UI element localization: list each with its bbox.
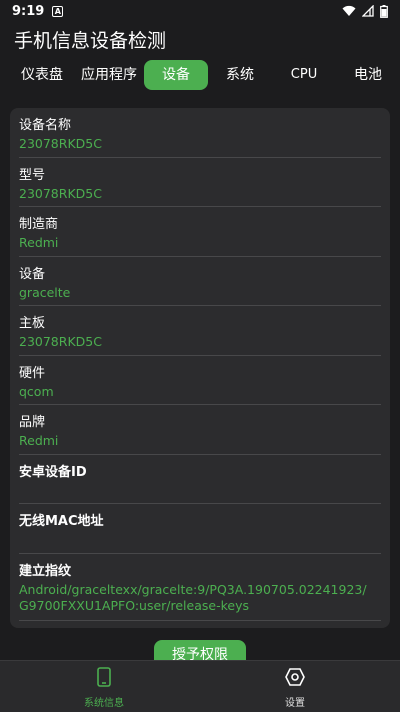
info-label: 安卓设备ID — [19, 464, 87, 480]
info-label: 建立指纹 — [19, 563, 72, 579]
info-row-device-name: 设备名称 23078RKD5C — [19, 108, 381, 158]
info-label: 设备名称 — [19, 118, 72, 133]
cellular-signal-icon — [362, 5, 374, 17]
status-bar: 9:19 A — [0, 0, 400, 22]
nav-item-system-info[interactable]: 系统信息 — [44, 667, 164, 709]
info-row-model: 型号 23078RKD5C — [19, 158, 381, 207]
tab-system[interactable]: 系统 — [222, 60, 258, 90]
info-value: gracelte — [19, 284, 71, 300]
info-value: 23078RKD5C — [19, 136, 102, 151]
nav-label-settings: 设置 — [285, 698, 305, 709]
info-row-build-fingerprint: 建立指纹 Android/graceltexx/gracelte:9/PQ3A.… — [19, 554, 381, 621]
info-row-wifi-mac: 无线MAC地址 — [19, 504, 381, 554]
tab-cpu[interactable]: CPU — [286, 60, 322, 90]
info-value-line1: Android/graceltexx/gracelte:9/PQ3A.19070… — [19, 581, 367, 597]
info-value: Redmi — [19, 433, 59, 448]
info-label: 硬件 — [19, 365, 46, 381]
phone-icon — [97, 667, 111, 687]
tab-dashboard[interactable]: 仪表盘 — [20, 60, 64, 90]
info-row-device: 设备 gracelte — [19, 257, 381, 306]
tab-bar: 仪表盘 应用程序 设备 系统 CPU 电池 — [0, 60, 400, 90]
tab-device[interactable]: 设备 — [144, 60, 208, 90]
status-time: 9:19 — [12, 3, 45, 19]
app-title: 手机信息设备检测 — [14, 30, 167, 52]
device-info-card: 设备名称 23078RKD5C 型号 23078RKD5C 制造商 Redmi … — [10, 108, 390, 628]
settings-icon — [285, 668, 305, 686]
battery-icon — [380, 4, 388, 18]
info-value: qcom — [19, 383, 54, 399]
info-value: 23078RKD5C — [19, 334, 102, 349]
info-label: 主板 — [19, 316, 46, 331]
info-row-brand: 品牌 Redmi — [19, 405, 381, 455]
status-icons — [342, 4, 388, 18]
info-row-manufacturer: 制造商 Redmi — [19, 207, 381, 257]
bottom-nav: 系统信息 设置 — [0, 660, 400, 712]
info-label: 设备 — [19, 266, 46, 282]
nav-label-system-info: 系统信息 — [84, 698, 124, 709]
info-value-line2: G9700FXXU1APFO:user/release-keys — [19, 597, 249, 613]
info-row-board: 主板 23078RKD5C — [19, 306, 381, 356]
info-value: 23078RKD5C — [19, 185, 102, 201]
nav-item-settings[interactable]: 设置 — [235, 667, 355, 709]
tab-battery[interactable]: 电池 — [350, 60, 386, 90]
info-row-hardware: 硬件 qcom — [19, 356, 381, 405]
tab-applications[interactable]: 应用程序 — [80, 60, 138, 90]
info-row-android-id: 安卓设备ID — [19, 455, 381, 504]
notification-a-icon: A — [52, 5, 64, 17]
info-label: 制造商 — [19, 217, 59, 232]
info-label: 品牌 — [19, 415, 46, 430]
wifi-icon — [342, 5, 356, 16]
info-label: 型号 — [19, 167, 46, 183]
info-value: Redmi — [19, 235, 59, 250]
info-label: 无线MAC地址 — [19, 514, 104, 529]
